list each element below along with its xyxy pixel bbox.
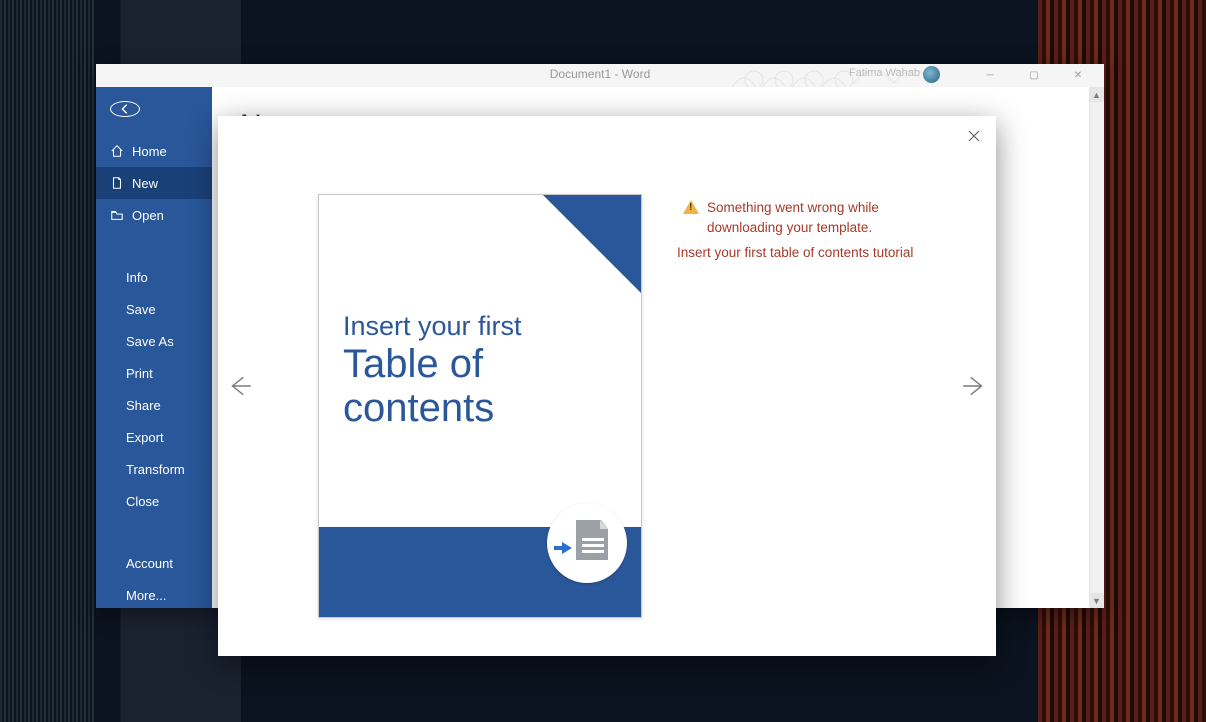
titlebar[interactable]: Document1 - Word Fatima Wahab ─ ▢ ✕ [96,64,1104,87]
nav-more-label: More... [126,588,166,603]
template-doc-badge [547,503,627,583]
close-icon [968,130,980,142]
nav-save[interactable]: Save [96,293,212,325]
nav-transform-label: Transform [126,462,185,477]
template-footer-band [319,527,641,617]
nav-print[interactable]: Print [96,357,212,389]
folder-open-icon [110,208,124,222]
desktop-background: Document1 - Word Fatima Wahab ─ ▢ ✕ Home [0,0,1206,722]
file-new-icon [110,176,124,190]
nav-info[interactable]: Info [96,261,212,293]
error-message-text: Something went wrong while downloading y… [707,198,953,237]
document-insert-icon [566,520,608,566]
arrow-right-icon [961,373,987,399]
template-title-line3: contents [343,386,617,430]
arrow-left-icon [118,102,132,116]
template-title-line1: Insert your first [343,311,617,342]
nav-more[interactable]: More... [96,579,212,608]
nav-export-label: Export [126,430,164,445]
nav-close-label: Close [126,494,159,509]
nav-save-as-label: Save As [126,334,174,349]
nav-share[interactable]: Share [96,389,212,421]
template-title-block: Insert your first Table of contents [343,311,617,430]
nav-account-label: Account [126,556,173,571]
warning-icon [683,200,699,214]
user-avatar[interactable] [923,66,940,83]
nav-save-label: Save [126,302,156,317]
template-thumbnail: New Insert your first Table of contents [318,194,642,618]
close-window-button[interactable]: ✕ [1056,64,1100,87]
nav-new[interactable]: New [96,167,212,199]
nav-secondary-group: Info Save Save As Print Share Export Tra… [96,261,212,517]
user-name-label: Fatima Wahab [849,67,920,79]
nav-open-label: Open [132,208,164,223]
nav-save-as[interactable]: Save As [96,325,212,357]
template-title-line2: Table of [343,342,617,386]
nav-primary-group: Home New Open [96,135,212,231]
nav-info-label: Info [126,270,148,285]
home-icon [110,144,124,158]
dialog-close-button[interactable] [962,124,986,148]
nav-share-label: Share [126,398,161,413]
nav-open[interactable]: Open [96,199,212,231]
nav-print-label: Print [126,366,153,381]
wallpaper-left [0,0,96,722]
nav-new-label: New [132,176,158,191]
nav-transform[interactable]: Transform [96,453,212,485]
arrow-left-icon [227,373,253,399]
nav-close[interactable]: Close [96,485,212,517]
minimize-button[interactable]: ─ [968,64,1012,87]
template-preview-dialog: New Insert your first Table of contents [218,116,996,656]
nav-export[interactable]: Export [96,421,212,453]
backstage-sidebar: Home New Open [96,87,212,608]
nav-account[interactable]: Account [96,547,212,579]
back-button[interactable] [110,101,140,117]
error-message-block: Something went wrong while downloading y… [683,198,953,263]
error-subtitle: Insert your first table of contents tuto… [677,243,953,263]
nav-footer-group: Account More... [96,547,212,608]
nav-home-label: Home [132,144,167,159]
scrollbar-up-button[interactable]: ▲ [1089,87,1104,102]
scrollbar-track[interactable]: ▲ ▼ [1089,87,1104,608]
next-template-button[interactable] [958,370,990,402]
scrollbar-down-button[interactable]: ▼ [1089,593,1104,608]
maximize-button[interactable]: ▢ [1012,64,1056,87]
previous-template-button[interactable] [224,370,256,402]
document-title: Document1 - Word [550,67,650,81]
nav-home[interactable]: Home [96,135,212,167]
